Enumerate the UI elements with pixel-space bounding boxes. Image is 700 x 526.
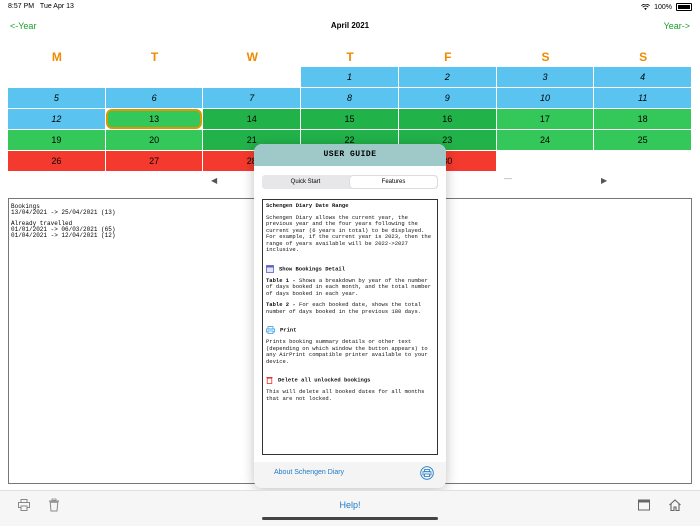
pager-dash: — xyxy=(504,174,512,183)
calendar-icon xyxy=(266,264,274,273)
day-cell[interactable]: 25 xyxy=(594,130,692,150)
status-date: Tue Apr 13 xyxy=(39,3,74,10)
about-link[interactable]: About Schengen Diary xyxy=(274,469,344,476)
trash-icon xyxy=(266,377,273,384)
day-cell[interactable]: 18 xyxy=(594,109,691,129)
day-cell[interactable]: 19 xyxy=(8,130,105,150)
calendar-view-icon[interactable] xyxy=(637,498,651,512)
day-cell[interactable]: 7 xyxy=(203,88,301,108)
day-cell[interactable]: 20 xyxy=(105,130,203,150)
bottom-toolbar: Help! xyxy=(0,490,700,526)
weekday-label: W xyxy=(246,50,258,64)
weekday-label: S xyxy=(541,50,550,64)
section-title-row: Delete all unlocked bookings xyxy=(266,376,434,384)
section-body: Prints booking summary details or other … xyxy=(266,338,428,365)
empty-cell xyxy=(106,67,203,87)
weekday-label: M xyxy=(51,50,62,64)
weekday-label: T xyxy=(150,50,159,64)
weekday-header: M T W T F S S xyxy=(8,50,692,64)
section-title: Print xyxy=(280,326,297,334)
weekday-label: T xyxy=(346,50,354,64)
status-time: 8:57 PM xyxy=(8,3,35,10)
day-cell[interactable]: 6 xyxy=(105,88,203,108)
section-title-row: Print xyxy=(266,326,434,334)
day-cell[interactable]: 11 xyxy=(594,88,692,108)
user-guide-popover: USER GUIDE Quick Start Features Schengen… xyxy=(254,144,446,488)
tab-features[interactable]: Features xyxy=(350,176,437,188)
nav-bar: <-Year April 2021 Year-> xyxy=(0,14,700,38)
weekday-label: F xyxy=(444,50,452,64)
weekday-label: S xyxy=(639,50,648,64)
guide-content[interactable]: Schengen Diary Date Range Schengen Diary… xyxy=(262,199,438,455)
empty-cell xyxy=(203,67,300,87)
next-year-button[interactable]: Year-> xyxy=(664,21,690,31)
help-button[interactable]: Help! xyxy=(0,500,700,510)
day-cell[interactable]: 13 xyxy=(105,109,203,129)
battery-percent: 100% xyxy=(654,3,672,11)
home-indicator xyxy=(262,517,438,520)
battery-icon xyxy=(676,3,692,11)
day-cell[interactable]: 24 xyxy=(496,130,594,150)
month-title: April 2021 xyxy=(330,21,370,30)
prev-month-arrow[interactable]: ◀ xyxy=(211,176,217,185)
popover-footer: About Schengen Diary xyxy=(254,462,446,488)
day-cell[interactable]: 1 xyxy=(301,67,398,87)
empty-cell xyxy=(594,151,691,171)
printer-icon xyxy=(266,326,275,334)
day-cell[interactable]: 10 xyxy=(496,88,594,108)
day-cell[interactable]: 16 xyxy=(398,109,496,129)
day-cell[interactable]: 5 xyxy=(8,88,105,108)
home-icon[interactable] xyxy=(668,498,682,512)
day-cell[interactable]: 12 xyxy=(8,109,105,129)
calendar-week-row: 12 13 14 15 16 17 18 xyxy=(8,109,692,129)
day-cell[interactable]: 8 xyxy=(301,88,398,108)
section-body: This will delete all booked dates for al… xyxy=(266,388,425,402)
day-cell[interactable]: 3 xyxy=(496,67,594,87)
calendar-week-row: 5 6 7 8 9 10 11 xyxy=(8,88,692,108)
day-cell[interactable]: 9 xyxy=(398,88,496,108)
section-title: Schengen Diary Date Range xyxy=(266,202,349,209)
status-right: 100% xyxy=(641,3,692,11)
section-title-row: Show Bookings Detail xyxy=(266,264,434,273)
status-time-date: 8:57 PM Tue Apr 13 xyxy=(8,3,74,10)
popover-title: USER GUIDE xyxy=(254,144,446,166)
calendar-week-row: 1234 xyxy=(8,67,692,87)
empty-cell xyxy=(497,151,594,171)
section-title: Show Bookings Detail xyxy=(279,264,346,272)
day-cell[interactable]: 26 xyxy=(8,151,105,171)
day-cell[interactable]: 17 xyxy=(496,109,594,129)
wifi-icon xyxy=(641,3,651,10)
next-month-arrow[interactable]: ▶ xyxy=(601,176,607,185)
empty-cell xyxy=(8,67,105,87)
guide-segmented-control: Quick Start Features xyxy=(262,175,438,189)
day-cell[interactable]: 15 xyxy=(301,109,398,129)
tab-quick-start[interactable]: Quick Start xyxy=(262,175,349,189)
status-bar: 8:57 PM Tue Apr 13 100% xyxy=(0,0,700,14)
day-cell[interactable]: 14 xyxy=(203,109,301,129)
day-cell[interactable]: 27 xyxy=(105,151,203,171)
section-body: Schengen Diary allows the current year, … xyxy=(266,213,432,253)
section-title: Delete all unlocked bookings xyxy=(278,376,371,384)
day-cell[interactable]: 2 xyxy=(398,67,496,87)
day-cell[interactable]: 4 xyxy=(594,67,692,87)
print-guide-icon[interactable] xyxy=(420,466,434,480)
